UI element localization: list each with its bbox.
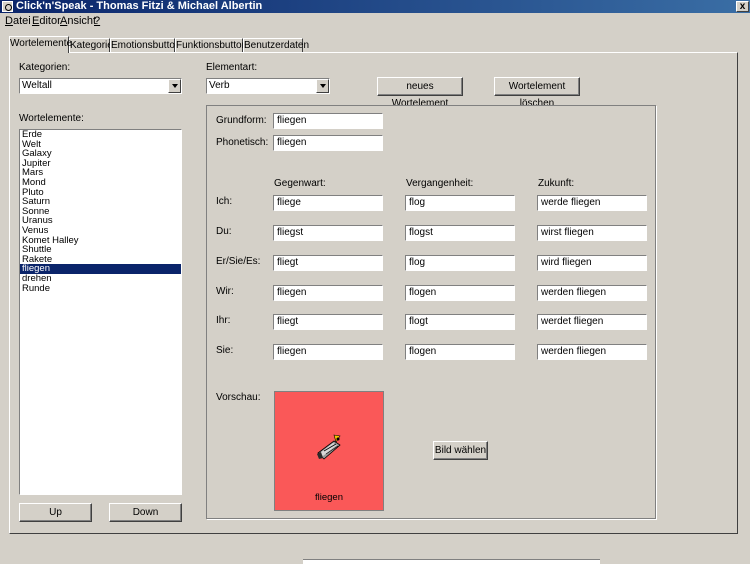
vergangenheit-input[interactable]: flogen	[405, 285, 515, 301]
menu-ansicht[interactable]: Ansicht	[60, 15, 96, 27]
pronoun-label: Sie:	[216, 345, 234, 356]
phonetisch-input[interactable]: fliegen	[273, 135, 383, 151]
gegenwart-input[interactable]: fliegt	[273, 255, 383, 271]
vergangenheit-input[interactable]: flog	[405, 195, 515, 211]
list-item[interactable]: Runde	[20, 283, 181, 294]
pronoun-label: Ich:	[216, 196, 233, 207]
zukunft-input[interactable]: werden fliegen	[537, 285, 647, 301]
element-type-label: Elementart:	[206, 62, 258, 73]
element-type-selected-value: Verb	[209, 80, 230, 91]
vergangenheit-input[interactable]: flogen	[405, 344, 515, 360]
tab-benutzerdaten[interactable]: Benutzerdaten	[243, 38, 309, 52]
categories-label: Kategorien:	[19, 62, 71, 73]
grundform-input[interactable]: fliegen	[273, 113, 383, 129]
app-icon	[2, 1, 13, 12]
tab-wortelemente[interactable]: Wortelemente	[9, 36, 72, 53]
gegenwart-input[interactable]: fliege	[273, 195, 383, 211]
menu-bar: Datei Editor Ansicht ?	[0, 14, 750, 28]
pronoun-label: Ihr:	[216, 315, 231, 326]
choose-image-button[interactable]: Bild wählen	[433, 441, 488, 460]
zukunft-input[interactable]: wird fliegen	[537, 255, 647, 271]
vergangenheit-input[interactable]: flogst	[405, 225, 515, 241]
list-item[interactable]: Jupiter	[20, 158, 181, 169]
element-type-select[interactable]: Verb	[206, 78, 330, 94]
tab-funktionsbuttons[interactable]: Funktionsbuttons	[175, 38, 252, 52]
zukunft-input[interactable]: werden fliegen	[537, 344, 647, 360]
elements-listbox[interactable]: Erde Welt Galaxy Jupiter Mars Mond Pluto Saturn…	[19, 129, 182, 495]
tab-emotionsbuttons[interactable]: Emotionsbuttons	[110, 38, 186, 52]
header-zukunft: Zukunft:	[538, 178, 575, 189]
gegenwart-input[interactable]: fliegt	[273, 314, 383, 330]
chevron-down-icon[interactable]	[316, 79, 329, 93]
tab-kategorie[interactable]: Kategorie	[69, 38, 113, 52]
delete-element-button[interactable]: Wortelement löschen	[494, 77, 580, 109]
elements-label: Wortelemente:	[19, 113, 84, 124]
down-button[interactable]: Down	[109, 503, 182, 522]
menu-editor[interactable]: Editor	[32, 15, 61, 27]
gegenwart-input[interactable]: fliegst	[273, 225, 383, 241]
preview-caption: fliegen	[315, 492, 343, 503]
close-button[interactable]: x	[736, 1, 749, 12]
menu-datei[interactable]: Datei	[5, 15, 31, 27]
chevron-down-icon[interactable]	[168, 79, 181, 93]
pronoun-label: Er/Sie/Es:	[216, 256, 261, 267]
preview-label: Vorschau:	[216, 392, 261, 403]
pronoun-label: Du:	[216, 226, 232, 237]
category-select[interactable]: Weltall	[19, 78, 182, 94]
vergangenheit-input[interactable]: flogt	[405, 314, 515, 330]
new-element-button[interactable]: neues Wortelement	[377, 77, 463, 109]
list-item[interactable]: Mond	[20, 178, 181, 188]
status-strip	[303, 559, 600, 564]
window-title: Click'n'Speak - Thomas Fitzi & Michael A…	[16, 0, 263, 12]
preview-tile: fliegen	[274, 391, 384, 511]
header-vergangenheit: Vergangenheit:	[406, 178, 474, 189]
menu-help[interactable]: ?	[94, 15, 100, 27]
vergangenheit-input[interactable]: flog	[405, 255, 515, 271]
pronoun-label: Wir:	[216, 286, 234, 297]
up-button[interactable]: Up	[19, 503, 92, 522]
zukunft-input[interactable]: werde fliegen	[537, 195, 647, 211]
gegenwart-input[interactable]: fliegen	[273, 285, 383, 301]
header-gegenwart: Gegenwart:	[274, 178, 326, 189]
space-shuttle-icon	[317, 434, 341, 460]
category-selected-value: Weltall	[22, 80, 52, 91]
grundform-label: Grundform:	[216, 115, 267, 126]
phonetisch-label: Phonetisch:	[216, 137, 269, 148]
list-item[interactable]: Erde	[20, 130, 181, 140]
title-bar: Click'n'Speak - Thomas Fitzi & Michael A…	[0, 0, 750, 13]
zukunft-input[interactable]: werdet fliegen	[537, 314, 647, 330]
gegenwart-input[interactable]: fliegen	[273, 344, 383, 360]
zukunft-input[interactable]: wirst fliegen	[537, 225, 647, 241]
